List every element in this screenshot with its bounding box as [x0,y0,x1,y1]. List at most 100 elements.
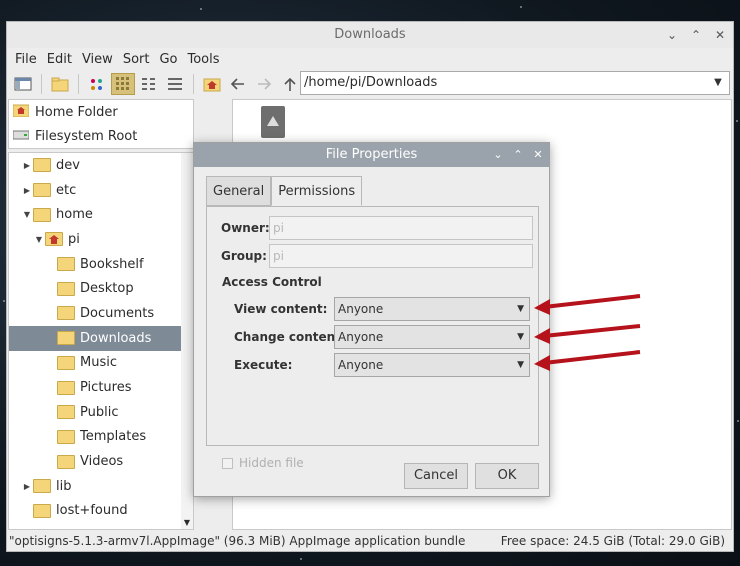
hidden-file-label: Hidden file [239,456,304,470]
tree-item-templates[interactable]: Templates [9,425,193,450]
group-field: pi [269,244,533,268]
menu-edit[interactable]: Edit [43,52,76,67]
cancel-button[interactable]: Cancel [404,463,468,489]
tree-item-label: Bookshelf [80,256,144,272]
annotation-arrow-icon [534,350,641,371]
toolbar-separator [78,74,79,94]
change-content-select[interactable]: Anyone ▼ [334,325,530,349]
tree-item-label: dev [56,157,80,173]
tree-item-label: Desktop [80,281,134,297]
tree-item-pictures[interactable]: Pictures [9,375,193,400]
forward-arrow-icon[interactable] [252,73,276,95]
tree-item-lib[interactable]: ▶ lib [9,474,193,499]
file-properties-dialog: File Properties ⌄ ⌃ ✕ General Permission… [193,142,550,497]
view-content-label: View content: [234,302,328,316]
tree-item-documents[interactable]: Documents [9,301,193,326]
group-label: Group: [221,249,267,263]
tree-item-public[interactable]: Public [9,400,193,425]
menu-view[interactable]: View [78,52,117,67]
compact-view-icon[interactable] [137,73,161,95]
drive-icon [12,127,30,145]
execute-label: Execute: [234,358,293,372]
tree-item-bookshelf[interactable]: Bookshelf [9,252,193,277]
chevron-down-icon[interactable]: ▼ [707,72,729,94]
tab-permissions[interactable]: Permissions [271,176,363,206]
folder-icon [33,503,51,518]
chevron-down-icon: ▼ [517,332,524,342]
view-content-select[interactable]: Anyone ▼ [334,297,530,321]
window-titlebar[interactable]: Downloads ⌄ ⌃ ✕ [7,22,733,48]
dialog-maximize-button[interactable]: ⌃ [511,143,525,167]
folder-icon [57,355,75,370]
menu-sort[interactable]: Sort [119,52,154,67]
maximize-button[interactable]: ⌃ [689,22,703,48]
directory-tree[interactable]: ▶ dev ▶ etc ▼ home ▼ pi Bookshelf Desktop Document… [8,152,194,530]
tree-item-lost-found[interactable]: lost+found [9,499,193,524]
up-arrow-icon[interactable] [278,73,302,95]
tree-item-videos[interactable]: Videos [9,449,193,474]
tree-item-label: lib [56,478,72,494]
minimize-button[interactable]: ⌄ [665,22,679,48]
folder-icon [57,331,75,346]
folder-icon [57,405,75,420]
tab-general[interactable]: General [206,176,272,206]
tree-item-dev[interactable]: ▶ dev [9,153,193,178]
tree-item-home[interactable]: ▼ home [9,202,193,227]
dialog-close-button[interactable]: ✕ [531,143,545,167]
close-button[interactable]: ✕ [713,22,727,48]
icon-view-icon[interactable] [85,73,109,95]
place-label: Home Folder [35,104,118,120]
place-label: Filesystem Root [35,128,138,144]
place-home-folder[interactable]: Home Folder [9,100,193,124]
execute-select[interactable]: Anyone ▼ [334,353,530,377]
appimage-file-icon[interactable] [261,106,285,138]
dialog-title: File Properties [325,147,418,162]
toolbar-separator [41,74,42,94]
expand-icon[interactable]: ▶ [21,161,33,170]
collapse-icon[interactable]: ▼ [21,210,33,219]
tree-item-downloads[interactable]: Downloads [9,325,193,351]
thumbnail-view-icon[interactable] [111,73,135,95]
menu-file[interactable]: File [11,52,41,67]
chevron-down-icon: ▼ [517,360,524,370]
tree-scrollbar[interactable]: ▼ [181,153,193,529]
status-free-space: Free space: 24.5 GiB (Total: 29.0 GiB) [500,533,725,548]
tree-item-label: Templates [80,429,147,445]
dialog-titlebar[interactable]: File Properties ⌄ ⌃ ✕ [194,143,549,167]
tree-item-pi[interactable]: ▼ pi [9,227,193,252]
path-entry[interactable]: /home/pi/Downloads ▼ [300,71,730,95]
status-selection: "optisigns-5.1.3-armv7l.AppImage" (96.3 … [9,533,466,548]
tree-item-desktop[interactable]: Desktop [9,276,193,301]
new-window-icon[interactable] [11,73,35,95]
list-view-icon[interactable] [163,73,187,95]
menu-go[interactable]: Go [155,52,181,67]
place-filesystem-root[interactable]: Filesystem Root [9,124,193,148]
home-folder-icon [12,103,30,121]
collapse-icon[interactable]: ▼ [33,235,45,244]
home-icon[interactable] [200,73,224,95]
permissions-panel: Owner: pi Group: pi Access Control View … [206,206,539,470]
expand-icon[interactable]: ▶ [21,482,33,491]
folder-icon [33,183,51,198]
expand-icon[interactable]: ▶ [21,186,33,195]
tree-item-music[interactable]: Music [9,351,193,376]
menu-tools[interactable]: Tools [184,52,224,67]
back-arrow-icon[interactable] [226,73,250,95]
scroll-down-icon[interactable]: ▼ [181,518,193,527]
tree-item-label: Downloads [80,330,152,346]
tree-item-label: home [56,207,93,223]
ok-button[interactable]: OK [475,463,539,489]
execute-value: Anyone [338,358,384,372]
folder-icon [57,281,75,296]
new-tab-icon[interactable] [48,73,72,95]
view-content-value: Anyone [338,302,384,316]
folder-icon [33,479,51,494]
tree-item-label: pi [68,231,80,247]
toolbar-separator [193,74,194,94]
tree-item-etc[interactable]: ▶ etc [9,178,193,203]
hidden-file-checkbox[interactable]: Hidden file [222,456,304,470]
change-content-value: Anyone [338,330,384,344]
checkbox-icon [222,457,233,469]
menu-bar: File Edit View Sort Go Tools [7,48,733,70]
dialog-minimize-button[interactable]: ⌄ [491,143,505,167]
